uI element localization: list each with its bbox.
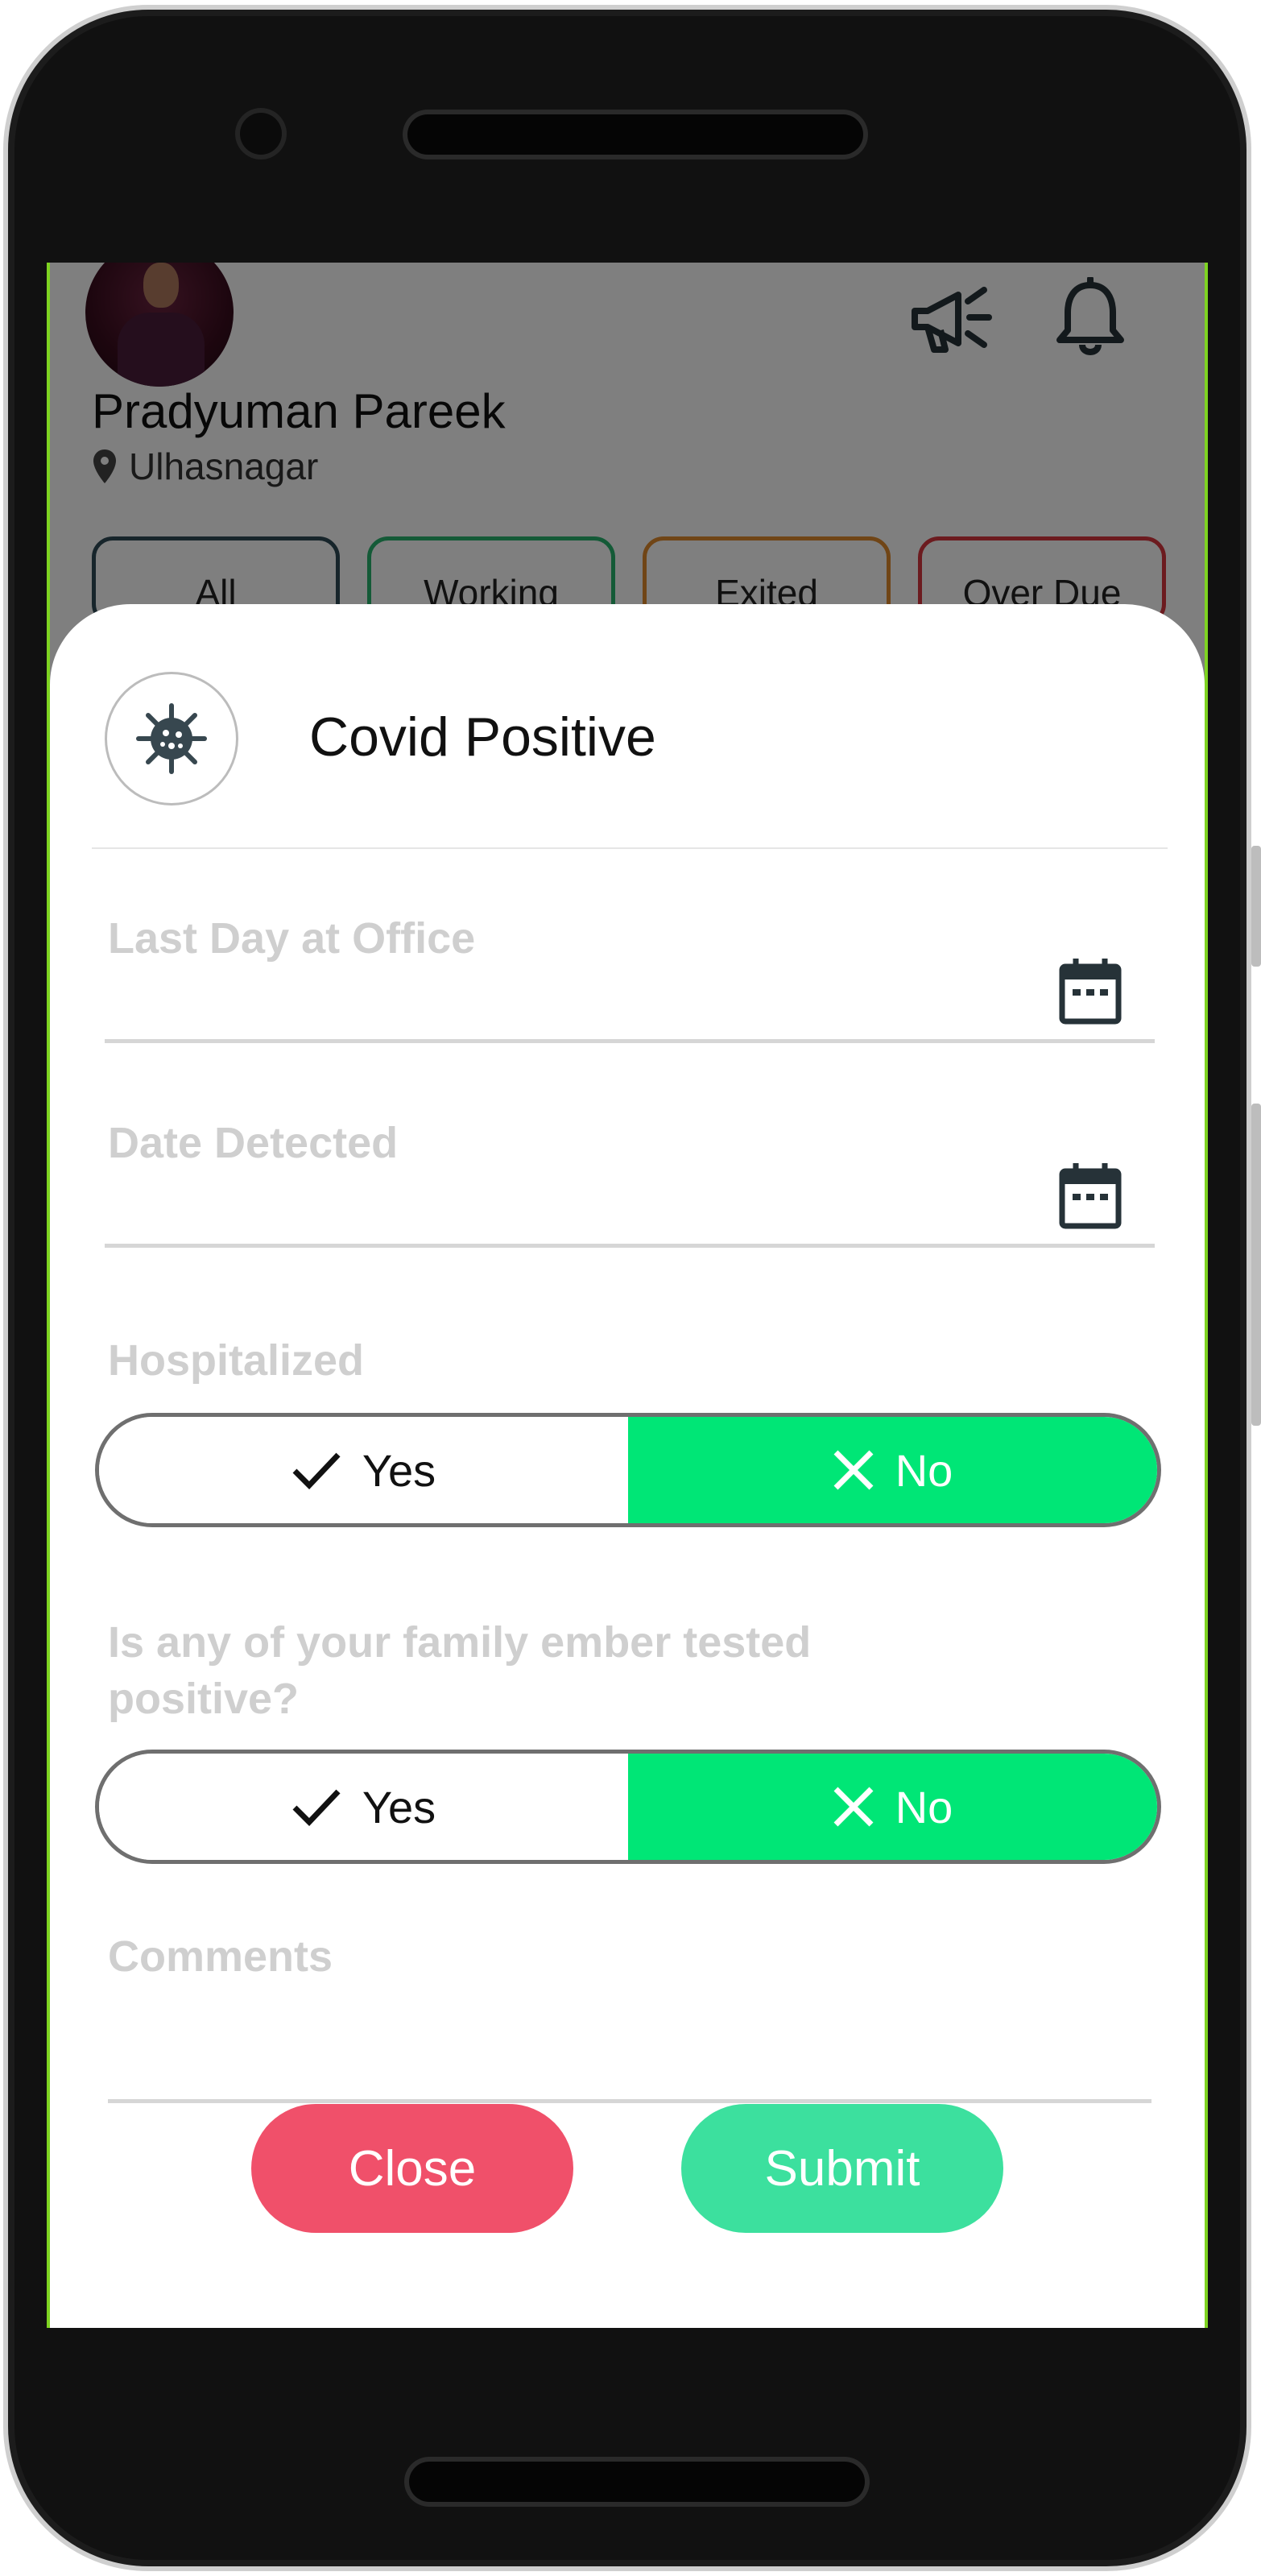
sheet-icon-badge (105, 672, 238, 806)
calendar-icon[interactable] (1058, 1162, 1122, 1231)
submit-button[interactable]: Submit (681, 2104, 1003, 2233)
app-screen: Pradyuman Pareek Ulhasnagar All Working … (47, 263, 1208, 2328)
earpiece-speaker (407, 114, 863, 155)
hospitalized-no-option[interactable]: No (628, 1417, 1157, 1523)
family-tested-label: Is any of your family ember tested posit… (108, 1618, 812, 1723)
hospitalized-toggle: Yes No (95, 1413, 1161, 1527)
close-icon (833, 1787, 874, 1827)
family-no-option[interactable]: No (628, 1754, 1157, 1860)
check-icon (292, 1789, 341, 1827)
power-button (1251, 1104, 1261, 1426)
covid-positive-sheet: Covid Positive Last Day at Office Date D… (50, 604, 1205, 2328)
divider (92, 847, 1168, 849)
date-detected-label: Date Detected (108, 1119, 399, 1167)
volume-button (1251, 846, 1261, 967)
family-yes-option[interactable]: Yes (99, 1754, 628, 1860)
comments-input[interactable] (108, 2099, 1151, 2103)
comments-label: Comments (108, 1932, 333, 1981)
last-day-label: Last Day at Office (108, 914, 476, 963)
hospitalized-label: Hospitalized (108, 1336, 365, 1385)
check-icon (292, 1452, 341, 1490)
sheet-title: Covid Positive (309, 706, 656, 768)
close-button[interactable]: Close (251, 2104, 573, 2233)
bottom-speaker (409, 2462, 865, 2502)
virus-icon (136, 703, 207, 774)
last-day-input[interactable] (105, 1039, 1155, 1043)
hospitalized-yes-option[interactable]: Yes (99, 1417, 628, 1523)
front-camera (240, 113, 282, 155)
date-detected-input[interactable] (105, 1244, 1155, 1248)
close-icon (833, 1450, 874, 1490)
calendar-icon[interactable] (1058, 957, 1122, 1026)
family-tested-toggle: Yes No (95, 1750, 1161, 1864)
